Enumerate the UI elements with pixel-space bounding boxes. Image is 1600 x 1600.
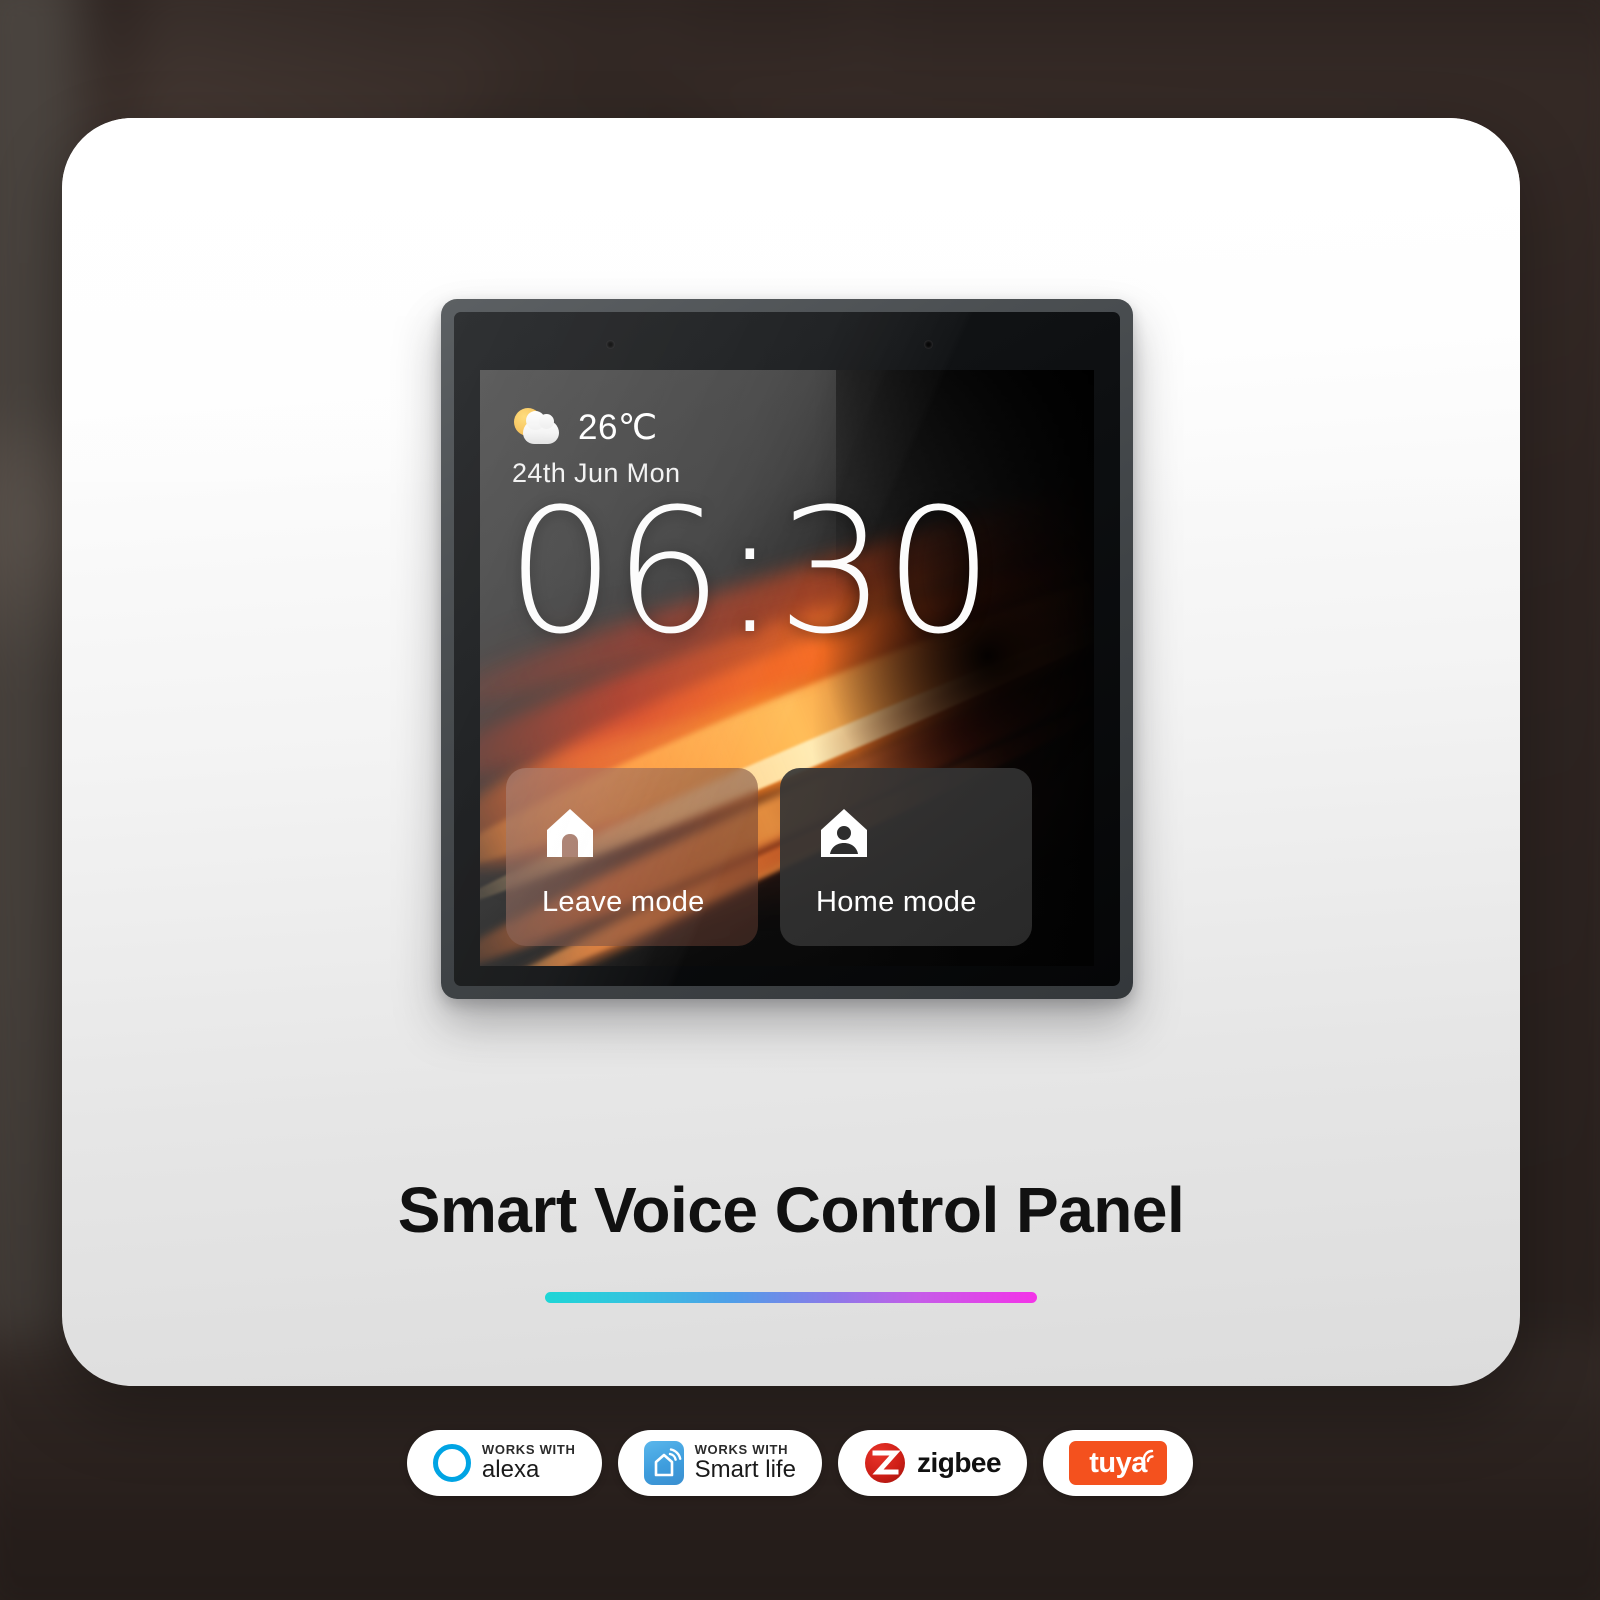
mode-tiles: Leave mode Home mode <box>506 768 1032 946</box>
backdrop-floor-line <box>0 1530 1600 1534</box>
leave-mode-label: Leave mode <box>542 886 705 918</box>
clock-time: 06:30 <box>506 471 994 672</box>
smart-panel-device: 26℃ 24th Jun Mon 06:30 Leave mode Home m… <box>441 299 1133 999</box>
camera-sensor-icon <box>924 340 933 349</box>
backdrop-seam <box>860 0 863 82</box>
badge-smart-life[interactable]: WORKS WITH Smart life <box>617 1430 822 1496</box>
sun-behind-cloud-icon <box>512 408 562 448</box>
badge-smart-life-texts: WORKS WITH Smart life <box>694 1442 796 1484</box>
badge-tuya[interactable]: tuya <box>1043 1430 1194 1496</box>
compatibility-badges: WORKS WITH alexa WORKS WITH Smart life z… <box>0 1430 1600 1496</box>
device-container: 26℃ 24th Jun Mon 06:30 Leave mode Home m… <box>441 299 1141 1019</box>
home-outline-icon <box>542 806 598 860</box>
tuya-wifi-icon: tuya <box>1069 1441 1168 1485</box>
weather-primary-row: 26℃ <box>512 408 680 448</box>
badge-zigbee-name: zigbee <box>916 1447 1002 1478</box>
temperature-value: 26℃ <box>578 408 658 447</box>
gradient-accent-bar <box>545 1292 1037 1303</box>
device-screen: 26℃ 24th Jun Mon 06:30 Leave mode Home m… <box>480 370 1094 966</box>
person-in-home-icon <box>816 806 872 860</box>
badge-alexa-name: alexa <box>481 1456 540 1484</box>
leave-mode-tile[interactable]: Leave mode <box>506 768 758 946</box>
page-title: Smart Voice Control Panel <box>397 1174 1185 1246</box>
backdrop-floor-line <box>0 1410 1600 1414</box>
badge-alexa-texts: WORKS WITH alexa <box>481 1442 576 1484</box>
badge-zigbee[interactable]: zigbee <box>837 1430 1028 1496</box>
alexa-ring-icon <box>432 1444 471 1482</box>
smart-life-house-wifi-icon <box>643 1441 684 1485</box>
home-mode-tile[interactable]: Home mode <box>780 768 1032 946</box>
product-card: 26℃ 24th Jun Mon 06:30 Leave mode Home m… <box>62 118 1520 1386</box>
badge-smart-life-name: Smart life <box>694 1456 796 1484</box>
microphone-sensor-icon <box>606 340 615 349</box>
badge-alexa-kicker: WORKS WITH <box>481 1442 576 1458</box>
device-bezel-inner: 26℃ 24th Jun Mon 06:30 Leave mode Home m… <box>454 312 1120 986</box>
badge-smart-life-kicker: WORKS WITH <box>694 1442 789 1458</box>
badge-alexa[interactable]: WORKS WITH alexa <box>406 1430 602 1496</box>
home-mode-label: Home mode <box>816 886 977 918</box>
badge-tuya-name: tuya <box>1089 1446 1147 1479</box>
cloud-icon <box>523 411 559 444</box>
zigbee-z-icon <box>864 1441 906 1485</box>
